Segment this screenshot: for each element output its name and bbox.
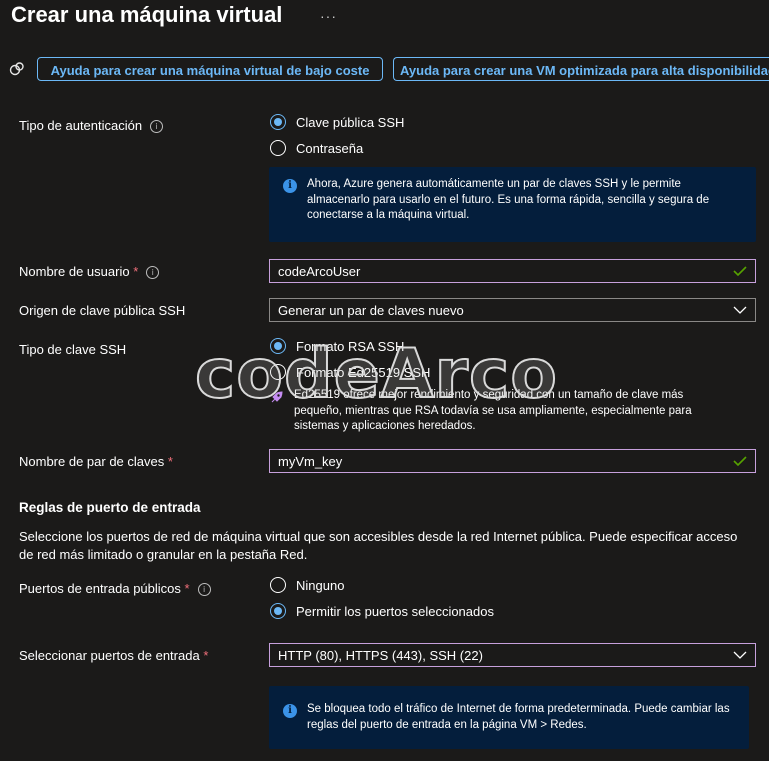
radio-ed25519-format[interactable]: Formato Ed25519 SSH [270, 363, 430, 381]
info-icon: i [283, 704, 297, 718]
radio-ssh-public-key[interactable]: Clave pública SSH [270, 113, 404, 131]
ssh-key-type-label: Tipo de clave SSH [19, 342, 127, 357]
inbound-rules-description: Seleccione los puertos de red de máquina… [19, 529, 738, 562]
auth-type-info-icon[interactable]: i [150, 120, 164, 133]
helper-sparkle-icon [9, 62, 24, 76]
public-ports-info-icon[interactable]: i [197, 583, 211, 596]
radio-ssh-public-key-circle[interactable] [270, 114, 286, 130]
radio-rsa-format[interactable]: Formato RSA SSH [270, 337, 404, 355]
radio-ports-allow-selected[interactable]: Permitir los puertos seleccionados [270, 602, 494, 620]
radio-password[interactable]: Contraseña [270, 139, 363, 157]
auth-type-label: Tipo de autenticación i [19, 118, 164, 133]
radio-ports-allow-selected-circle[interactable] [270, 603, 286, 619]
username-info-icon[interactable]: i [146, 266, 160, 279]
rocket-icon [271, 391, 283, 403]
keypair-label: Nombre de par de claves * [19, 454, 173, 469]
info-icon: i [283, 179, 297, 193]
more-options-icon[interactable]: ··· [320, 8, 337, 24]
radio-ports-none-circle[interactable] [270, 577, 286, 593]
ssh-info-box: i Ahora, Azure genera automáticamente un… [269, 167, 756, 242]
radio-rsa-format-circle[interactable] [270, 338, 286, 354]
ports-info-box: i Se bloquea todo el tráfico de Internet… [269, 686, 749, 749]
select-ports-label: Seleccionar puertos de entrada * [19, 648, 209, 663]
ssh-source-label: Origen de clave pública SSH [19, 303, 186, 318]
radio-ports-none[interactable]: Ninguno [270, 576, 344, 594]
high-availability-vm-help-button[interactable]: Ayuda para crear una VM optimizada para … [393, 57, 769, 81]
chevron-down-icon [733, 306, 747, 314]
username-label: Nombre de usuario * i [19, 264, 160, 279]
public-ports-label: Puertos de entrada públicos * i [19, 581, 211, 596]
low-cost-vm-help-button[interactable]: Ayuda para crear una máquina virtual de … [37, 57, 383, 81]
valid-check-icon [733, 266, 747, 276]
username-input[interactable]: codeArcoUser [269, 259, 756, 283]
page-title: Crear una máquina virtual [11, 2, 283, 27]
ssh-format-note: Ed25519 ofrece mejor rendimiento y segur… [294, 389, 692, 432]
valid-check-icon [733, 456, 747, 466]
inbound-rules-heading: Reglas de puerto de entrada [19, 500, 201, 515]
keypair-name-input[interactable]: myVm_key [269, 449, 756, 473]
inbound-ports-select[interactable]: HTTP (80), HTTPS (443), SSH (22) [269, 643, 756, 667]
ssh-source-select[interactable]: Generar un par de claves nuevo [269, 298, 756, 322]
radio-ed25519-format-circle[interactable] [270, 364, 286, 380]
radio-password-circle[interactable] [270, 140, 286, 156]
chevron-down-icon [733, 651, 747, 659]
